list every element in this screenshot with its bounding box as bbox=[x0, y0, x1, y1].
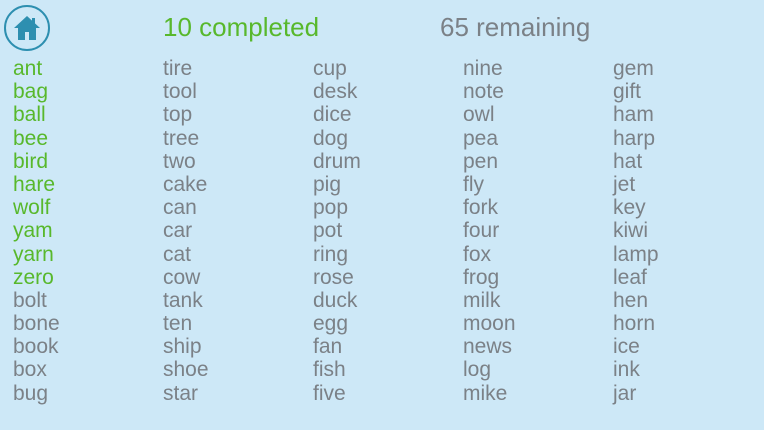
word-item[interactable]: cup bbox=[313, 57, 361, 80]
word-item[interactable]: top bbox=[163, 103, 209, 126]
word-item[interactable]: cat bbox=[163, 243, 209, 266]
word-column: cup desk dice dog drum pig pop pot ring rose duck e… bbox=[313, 57, 361, 405]
word-item-completed[interactable]: bee bbox=[13, 127, 60, 150]
word-item[interactable]: bolt bbox=[13, 289, 60, 312]
word-item[interactable]: fan bbox=[313, 335, 361, 358]
word-item[interactable]: pot bbox=[313, 219, 361, 242]
word-item[interactable]: horn bbox=[613, 312, 659, 335]
word-item[interactable]: jar bbox=[613, 382, 659, 405]
word-item[interactable]: car bbox=[163, 219, 209, 242]
word-item-completed[interactable]: yam bbox=[13, 219, 60, 242]
word-item[interactable]: can bbox=[163, 196, 209, 219]
word-item[interactable]: moon bbox=[463, 312, 516, 335]
home-icon bbox=[14, 16, 40, 40]
word-item-completed[interactable]: yarn bbox=[13, 243, 60, 266]
word-item[interactable]: bug bbox=[13, 382, 60, 405]
word-item[interactable]: pen bbox=[463, 150, 516, 173]
word-item[interactable]: jet bbox=[613, 173, 659, 196]
word-item-completed[interactable]: ant bbox=[13, 57, 60, 80]
word-item[interactable]: egg bbox=[313, 312, 361, 335]
word-item[interactable]: key bbox=[613, 196, 659, 219]
word-item[interactable]: five bbox=[313, 382, 361, 405]
word-item[interactable]: owl bbox=[463, 103, 516, 126]
word-item[interactable]: ship bbox=[163, 335, 209, 358]
word-item[interactable]: fox bbox=[463, 243, 516, 266]
word-item[interactable]: box bbox=[13, 358, 60, 381]
word-item[interactable]: duck bbox=[313, 289, 361, 312]
word-item-completed[interactable]: bag bbox=[13, 80, 60, 103]
word-column: nine note owl pea pen fly fork four fox frog milk m… bbox=[463, 57, 516, 405]
word-item[interactable]: note bbox=[463, 80, 516, 103]
word-item[interactable]: frog bbox=[463, 266, 516, 289]
word-item[interactable]: ink bbox=[613, 358, 659, 381]
word-item[interactable]: news bbox=[463, 335, 516, 358]
word-item[interactable]: dog bbox=[313, 127, 361, 150]
word-item[interactable]: ham bbox=[613, 103, 659, 126]
remaining-count: 65 remaining bbox=[440, 12, 591, 42]
word-item-completed[interactable]: hare bbox=[13, 173, 60, 196]
word-item[interactable]: ring bbox=[313, 243, 361, 266]
word-item[interactable]: gem bbox=[613, 57, 659, 80]
word-item[interactable]: rose bbox=[313, 266, 361, 289]
word-item[interactable]: drum bbox=[313, 150, 361, 173]
word-item[interactable]: lamp bbox=[613, 243, 659, 266]
word-item[interactable]: mike bbox=[463, 382, 516, 405]
word-item[interactable]: desk bbox=[313, 80, 361, 103]
word-item[interactable]: hat bbox=[613, 150, 659, 173]
word-item[interactable]: cow bbox=[163, 266, 209, 289]
word-item[interactable]: cake bbox=[163, 173, 209, 196]
word-item[interactable]: nine bbox=[463, 57, 516, 80]
home-button[interactable] bbox=[4, 5, 50, 51]
word-item[interactable]: tank bbox=[163, 289, 209, 312]
word-item[interactable]: leaf bbox=[613, 266, 659, 289]
word-item[interactable]: pop bbox=[313, 196, 361, 219]
word-item[interactable]: star bbox=[163, 382, 209, 405]
word-item[interactable]: pea bbox=[463, 127, 516, 150]
word-item[interactable]: ice bbox=[613, 335, 659, 358]
word-item[interactable]: dice bbox=[313, 103, 361, 126]
word-column: ant bag ball bee bird hare wolf yam yarn zero bolt… bbox=[13, 57, 60, 405]
word-item[interactable]: fish bbox=[313, 358, 361, 381]
word-item[interactable]: pig bbox=[313, 173, 361, 196]
completed-count: 10 completed bbox=[163, 12, 320, 42]
word-item[interactable]: tree bbox=[163, 127, 209, 150]
word-item[interactable]: harp bbox=[613, 127, 659, 150]
word-item[interactable]: fly bbox=[463, 173, 516, 196]
word-item[interactable]: tool bbox=[163, 80, 209, 103]
word-item[interactable]: tire bbox=[163, 57, 209, 80]
word-item[interactable]: bone bbox=[13, 312, 60, 335]
word-item[interactable]: ten bbox=[163, 312, 209, 335]
word-item[interactable]: gift bbox=[613, 80, 659, 103]
word-item[interactable]: four bbox=[463, 219, 516, 242]
word-item[interactable]: fork bbox=[463, 196, 516, 219]
word-item[interactable]: shoe bbox=[163, 358, 209, 381]
word-item-completed[interactable]: zero bbox=[13, 266, 60, 289]
word-item[interactable]: book bbox=[13, 335, 60, 358]
word-column: tire tool top tree two cake can car cat cow tank te… bbox=[163, 57, 209, 405]
word-item-completed[interactable]: wolf bbox=[13, 196, 60, 219]
word-column: gem gift ham harp hat jet key kiwi lamp leaf hen ho… bbox=[613, 57, 659, 405]
word-item[interactable]: two bbox=[163, 150, 209, 173]
word-item[interactable]: log bbox=[463, 358, 516, 381]
word-item[interactable]: hen bbox=[613, 289, 659, 312]
word-item-completed[interactable]: bird bbox=[13, 150, 60, 173]
word-item-completed[interactable]: ball bbox=[13, 103, 60, 126]
word-item[interactable]: kiwi bbox=[613, 219, 659, 242]
word-item[interactable]: milk bbox=[463, 289, 516, 312]
